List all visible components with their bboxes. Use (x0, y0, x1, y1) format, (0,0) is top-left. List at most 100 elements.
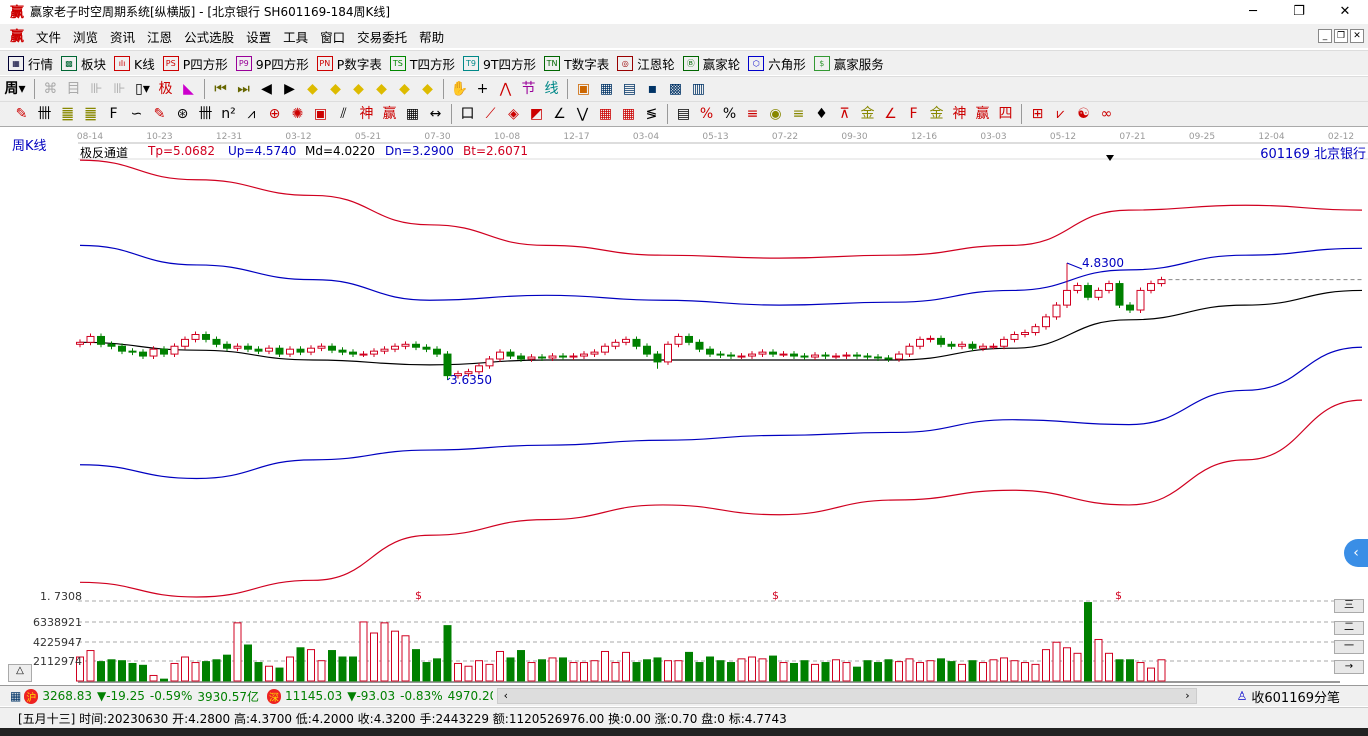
toolbar-P9-button[interactable]: P9 9P四方形 (235, 54, 309, 73)
layout-expand-button[interactable]: → (1334, 660, 1364, 674)
analysis-tool-icon[interactable]: ▦ (594, 104, 617, 124)
menu-2[interactable]: 资讯 (104, 27, 141, 46)
toolbar-kline-button[interactable]: ılı K线 (114, 54, 155, 73)
analysis-tool-icon[interactable]: ⊛ (171, 104, 194, 124)
mdi-restore-button[interactable]: ❐ (1334, 29, 1348, 43)
analysis-tool-icon[interactable]: ∽ (125, 104, 148, 124)
toolbar-dollar-button[interactable]: $ 赢家服务 (813, 54, 884, 73)
analysis-tool-icon[interactable]: % (718, 104, 741, 124)
analysis-tool-icon[interactable]: F (102, 104, 125, 124)
menu-4[interactable]: 公式选股 (178, 27, 240, 46)
menu-3[interactable]: 江恩 (141, 27, 178, 46)
tool-icon[interactable]: 节 (517, 79, 540, 99)
analysis-tool-icon[interactable]: ≶ (640, 104, 663, 124)
arrow-right-icon[interactable]: ◆ (324, 79, 347, 99)
analysis-tool-icon[interactable]: % (695, 104, 718, 124)
analysis-tool-icon[interactable]: ∠ (548, 104, 571, 124)
analysis-tool-icon[interactable]: ◉ (764, 104, 787, 124)
toggle-panel-button[interactable]: △ (8, 664, 32, 682)
analysis-tool-icon[interactable]: ∞ (1095, 104, 1118, 124)
analysis-tool-icon[interactable]: ✎ (10, 104, 33, 124)
analysis-tool-icon[interactable]: ⊞ (1026, 104, 1049, 124)
tool-icon[interactable]: 极 (154, 79, 177, 99)
tick-data-label[interactable]: 收601169分笔 (1251, 687, 1340, 706)
quote-grid-icon[interactable]: ▦ (10, 689, 21, 703)
period-selector[interactable]: 周▾ (0, 79, 30, 99)
analysis-tool-icon[interactable]: ▤ (672, 104, 695, 124)
analysis-tool-icon[interactable]: ▦ (401, 104, 424, 124)
analysis-tool-icon[interactable]: 四 (994, 104, 1017, 124)
kline-chart[interactable]: 08-14 10-23 12-31 03-12 05-21 07-30 10-08 12-17… (0, 127, 1368, 684)
maximize-button[interactable]: ❐ (1276, 4, 1322, 19)
toolbar-blocks-button[interactable]: ▩ 板块 (61, 54, 106, 73)
analysis-tool-icon[interactable]: F (902, 104, 925, 124)
menu-0[interactable]: 文件 (30, 27, 67, 46)
last-icon[interactable]: ⏭ (232, 79, 255, 99)
menu-7[interactable]: 窗口 (314, 27, 351, 46)
mdi-minimize-button[interactable]: _ (1318, 29, 1332, 43)
layout-1-button[interactable]: 一 (1334, 640, 1364, 654)
menu-6[interactable]: 工具 (277, 27, 314, 46)
analysis-tool-icon[interactable]: ▣ (309, 104, 332, 124)
toolbar-TS-button[interactable]: TS T四方形 (389, 54, 455, 73)
analysis-tool-icon[interactable]: ≡ (787, 104, 810, 124)
analysis-tool-icon[interactable]: ✎ (148, 104, 171, 124)
tool-icon[interactable]: 线 (540, 79, 563, 99)
analysis-tool-icon[interactable]: 金 (856, 104, 879, 124)
analysis-tool-icon[interactable]: ⊼ (833, 104, 856, 124)
menu-5[interactable]: 设置 (240, 27, 277, 46)
zoom-in-icon[interactable]: ◆ (393, 79, 416, 99)
menu-1[interactable]: 浏览 (67, 27, 104, 46)
toolbar-hexagon-button[interactable]: ⬡ 六角形 (748, 54, 806, 73)
candle-type-icon[interactable]: ▯▾ (131, 79, 154, 99)
menu-8[interactable]: 交易委托 (351, 27, 413, 46)
hand-icon[interactable]: ✋ (448, 79, 471, 99)
analysis-tool-icon[interactable]: ◩ (525, 104, 548, 124)
zoom-out-icon[interactable]: ◆ (416, 79, 439, 99)
analysis-tool-icon[interactable]: n² (217, 104, 240, 124)
analysis-tool-icon[interactable]: ䷀ (56, 104, 79, 124)
analysis-tool-icon[interactable]: ∠ (879, 104, 902, 124)
analysis-tool-icon[interactable]: ◈ (502, 104, 525, 124)
analysis-tool-icon[interactable]: ≡ (741, 104, 764, 124)
expand-icon[interactable]: ◆ (347, 79, 370, 99)
crosshair-icon[interactable]: + (471, 79, 494, 99)
toolbar-TN-button[interactable]: TN T数字表 (544, 54, 609, 73)
toolbar-PS-button[interactable]: PS P四方形 (162, 54, 228, 73)
calendar-icon[interactable]: ▣ (572, 79, 595, 99)
line-tool-icon[interactable]: ⋀ (494, 79, 517, 99)
first-icon[interactable]: ⏮ (209, 79, 232, 99)
tool-icon[interactable]: ⌘ (39, 79, 62, 99)
calculator-icon[interactable]: ▦ (595, 79, 618, 99)
analysis-tool-icon[interactable]: 赢 (378, 104, 401, 124)
analysis-tool-icon[interactable]: 金 (925, 104, 948, 124)
analysis-tool-icon[interactable]: ✺ (286, 104, 309, 124)
close-button[interactable]: ✕ (1322, 4, 1368, 19)
toolbar-big-wheel-button[interactable]: Ⓑ 赢家轮 (682, 54, 740, 73)
tool-icon[interactable]: 目 (62, 79, 85, 99)
layout-2-button[interactable]: 二 (1334, 621, 1364, 635)
analysis-tool-icon[interactable]: 神 (948, 104, 971, 124)
analysis-tool-icon[interactable]: ⩘ (240, 104, 263, 124)
analysis-tool-icon[interactable]: 赢 (971, 104, 994, 124)
tool-icon[interactable]: ⊪ (108, 79, 131, 99)
analysis-tool-icon[interactable]: ☯ (1072, 104, 1095, 124)
tool-icon[interactable]: ⊪ (85, 79, 108, 99)
arrow-left-icon[interactable]: ◆ (301, 79, 324, 99)
analysis-tool-icon[interactable]: ♦ (810, 104, 833, 124)
save-icon[interactable]: ▪ (641, 79, 664, 99)
scroll-right-icon[interactable]: › (1185, 689, 1189, 703)
analysis-tool-icon[interactable]: 卌 (33, 104, 56, 124)
analysis-tool-icon[interactable]: ⋁ (571, 104, 594, 124)
analysis-tool-icon[interactable]: 卌 (194, 104, 217, 124)
tool-icon[interactable]: ◣ (177, 79, 200, 99)
analysis-tool-icon[interactable]: ䷀ (79, 104, 102, 124)
menu-9[interactable]: 帮助 (413, 27, 450, 46)
side-panel-toggle[interactable]: ‹ (1344, 539, 1368, 567)
analysis-tool-icon[interactable]: ⩗ (1049, 104, 1072, 124)
analysis-tool-icon[interactable]: ↔ (424, 104, 447, 124)
analysis-tool-icon[interactable]: ▦ (617, 104, 640, 124)
horizontal-scrollbar[interactable]: ‹ › (496, 688, 1197, 704)
print-icon[interactable]: ▥ (687, 79, 710, 99)
analysis-tool-icon[interactable]: ⊕ (263, 104, 286, 124)
